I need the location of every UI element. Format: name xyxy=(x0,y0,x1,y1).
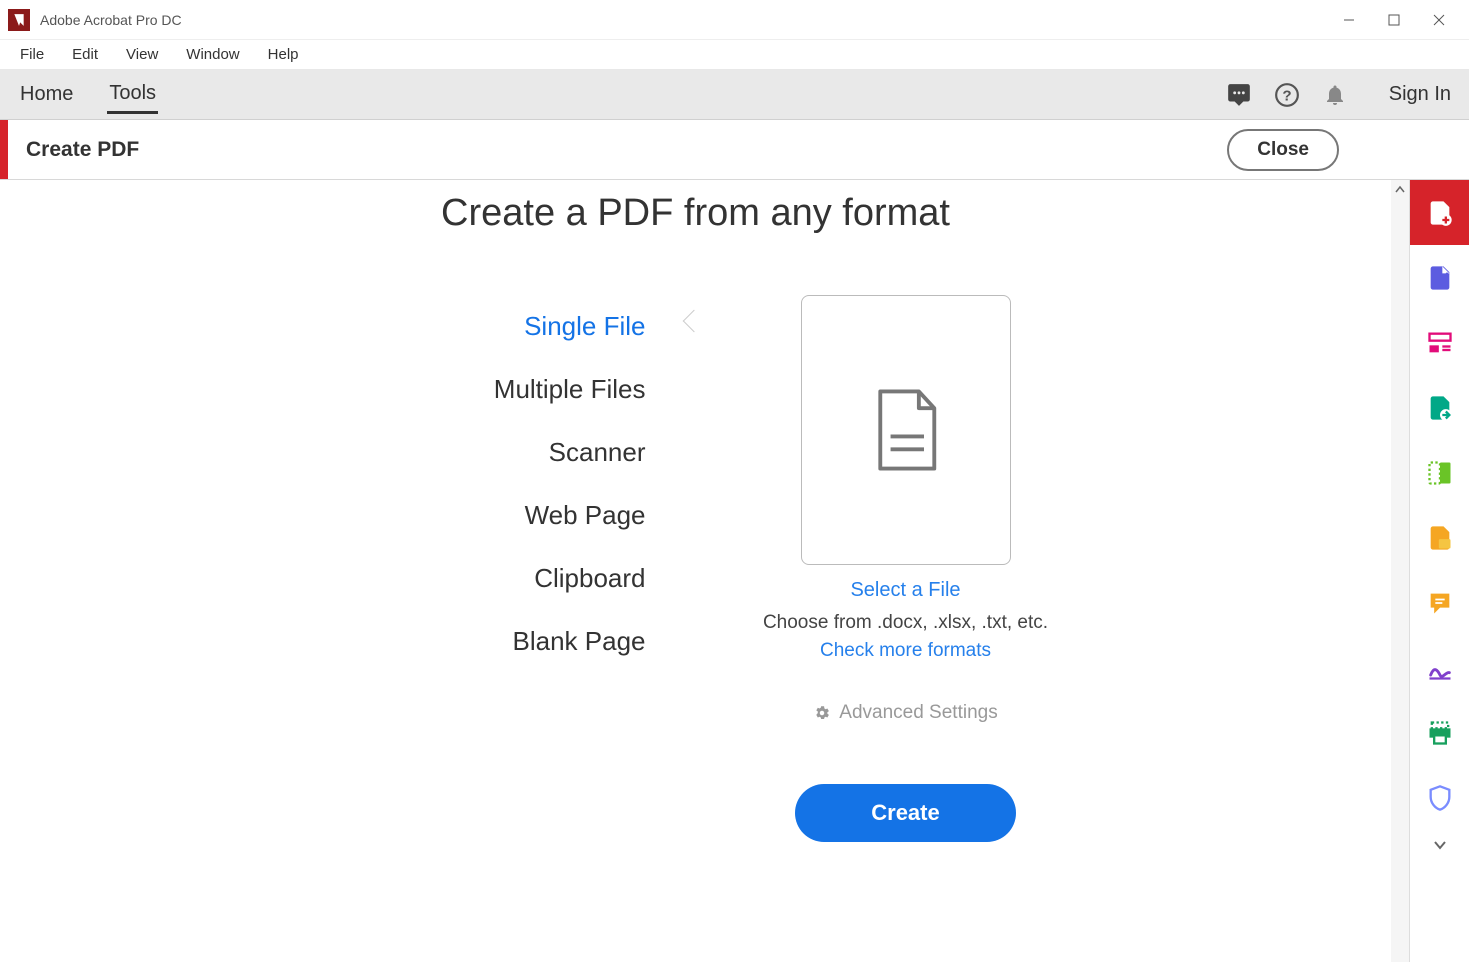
tab-home[interactable]: Home xyxy=(18,77,75,112)
tool-title: Create PDF xyxy=(26,138,1227,162)
app-icon xyxy=(8,9,30,31)
svg-text:?: ? xyxy=(1282,87,1291,104)
rail-print[interactable] xyxy=(1410,700,1469,765)
menu-view[interactable]: View xyxy=(112,42,172,67)
rail-export-pdf[interactable] xyxy=(1410,375,1469,440)
shield-icon xyxy=(1426,784,1454,812)
accent-stripe xyxy=(0,120,8,179)
option-blank-page[interactable]: Blank Page xyxy=(276,610,646,673)
maximize-button[interactable] xyxy=(1371,4,1416,36)
option-web-page[interactable]: Web Page xyxy=(276,484,646,547)
page-heading: Create a PDF from any format xyxy=(0,192,1391,235)
option-multiple-files[interactable]: Multiple Files xyxy=(276,358,646,421)
content-panel: Create a PDF from any format Single File… xyxy=(0,180,1391,962)
rail-organize[interactable] xyxy=(1410,310,1469,375)
check-formats-link[interactable]: Check more formats xyxy=(820,640,991,662)
toolbar: Home Tools ? Sign In xyxy=(0,70,1469,120)
scroll-up-icon[interactable] xyxy=(1391,180,1409,200)
combine-icon xyxy=(1426,459,1454,487)
rail-comment[interactable] xyxy=(1410,570,1469,635)
close-window-button[interactable] xyxy=(1416,4,1461,36)
menu-window[interactable]: Window xyxy=(172,42,253,67)
comment-icon xyxy=(1426,589,1454,617)
main-area: Create a PDF from any format Single File… xyxy=(0,180,1469,962)
organize-icon xyxy=(1426,329,1454,357)
signin-link[interactable]: Sign In xyxy=(1389,83,1451,106)
tab-tools[interactable]: Tools xyxy=(107,76,158,114)
file-dropzone[interactable] xyxy=(801,295,1011,565)
compare-icon xyxy=(1426,524,1454,552)
rail-create-pdf[interactable] xyxy=(1410,180,1469,245)
create-pdf-icon xyxy=(1426,199,1454,227)
file-icon xyxy=(866,385,946,475)
menu-file[interactable]: File xyxy=(6,42,58,67)
create-button[interactable]: Create xyxy=(795,784,1015,842)
window-controls xyxy=(1326,4,1461,36)
gear-icon xyxy=(813,704,831,722)
rail-expand-down[interactable] xyxy=(1410,830,1469,860)
chat-icon[interactable] xyxy=(1219,75,1259,115)
rail-sign[interactable] xyxy=(1410,635,1469,700)
sign-icon xyxy=(1426,654,1454,682)
print-icon xyxy=(1426,719,1454,747)
rail-protect[interactable] xyxy=(1410,765,1469,830)
option-single-file[interactable]: Single File xyxy=(276,295,646,358)
option-scanner[interactable]: Scanner xyxy=(276,421,646,484)
select-file-link[interactable]: Select a File xyxy=(696,579,1116,602)
rail-combine[interactable] xyxy=(1410,440,1469,505)
window-titlebar: Adobe Acrobat Pro DC xyxy=(0,0,1469,40)
help-icon[interactable]: ? xyxy=(1267,75,1307,115)
menu-help[interactable]: Help xyxy=(254,42,313,67)
scrollbar[interactable] xyxy=(1391,180,1409,962)
right-tool-rail xyxy=(1409,180,1469,962)
tool-header: Create PDF Close xyxy=(0,120,1469,180)
source-options: Single File Multiple Files Scanner Web P… xyxy=(276,295,696,673)
rail-compare[interactable] xyxy=(1410,505,1469,570)
close-tool-button[interactable]: Close xyxy=(1227,129,1339,171)
center-panel: Select a File Choose from .docx, .xlsx, … xyxy=(696,295,1116,842)
advanced-label: Advanced Settings xyxy=(839,702,997,724)
minimize-button[interactable] xyxy=(1326,4,1371,36)
menubar: File Edit View Window Help xyxy=(0,40,1469,70)
option-clipboard[interactable]: Clipboard xyxy=(276,547,646,610)
export-pdf-icon xyxy=(1426,394,1454,422)
rail-edit-pdf[interactable] xyxy=(1410,245,1469,310)
window-title: Adobe Acrobat Pro DC xyxy=(40,12,1326,28)
advanced-settings: Advanced Settings xyxy=(696,702,1116,724)
edit-pdf-icon xyxy=(1426,264,1454,292)
bell-icon[interactable] xyxy=(1315,75,1355,115)
menu-edit[interactable]: Edit xyxy=(58,42,112,67)
choose-hint: Choose from .docx, .xlsx, .txt, etc. xyxy=(696,612,1116,634)
